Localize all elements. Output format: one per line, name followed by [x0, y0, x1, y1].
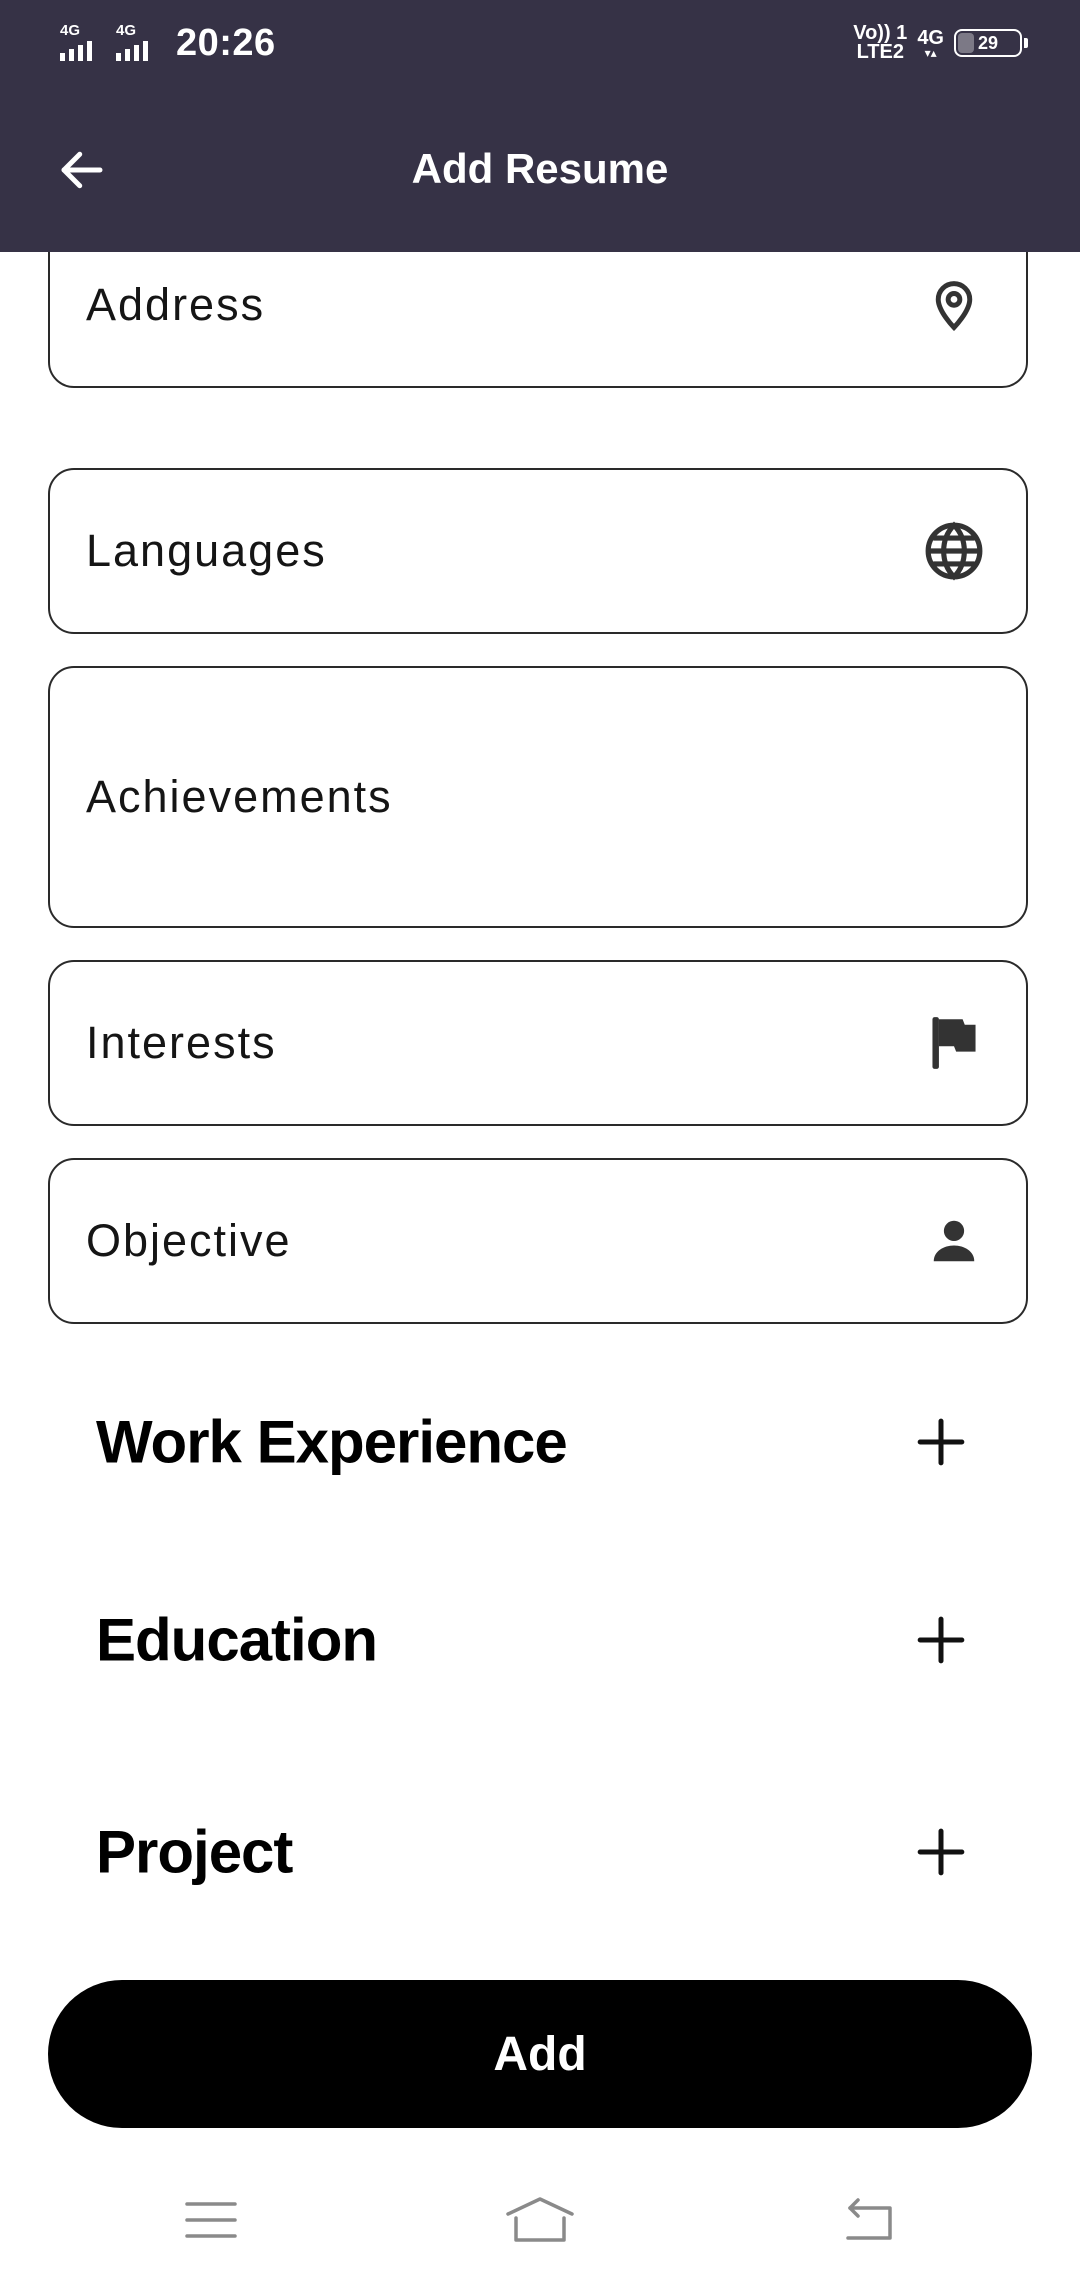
- achievements-label: Achievements: [86, 771, 393, 822]
- battery-level: 29: [977, 32, 999, 53]
- work-experience-section: Work Experience: [96, 1392, 976, 1492]
- sim2-signal-icon: 4G: [116, 21, 162, 65]
- languages-label: Languages: [86, 525, 327, 576]
- status-bar: 4G 4G 20:26 Vo)) 1 LTE2 4G ▾▴ 29: [0, 0, 1080, 86]
- add-button[interactable]: Add: [48, 1980, 1032, 2128]
- add-project-plus-icon[interactable]: [906, 1817, 976, 1887]
- data-network-indicator: 4G ▾▴: [917, 27, 944, 60]
- project-section: Project: [96, 1802, 976, 1902]
- work-experience-title: Work Experience: [96, 1408, 568, 1476]
- back-arrow-icon[interactable]: [50, 138, 114, 202]
- battery-fill: [958, 33, 975, 53]
- objective-field[interactable]: Objective: [48, 1158, 1028, 1324]
- system-nav-bar: [0, 2160, 1080, 2280]
- volte-indicator: Vo)) 1 LTE2: [853, 23, 907, 63]
- add-work-experience-plus-icon[interactable]: [906, 1407, 976, 1477]
- person-icon: [922, 1209, 986, 1273]
- menu-icon[interactable]: [171, 2188, 251, 2252]
- globe-icon: [922, 519, 986, 583]
- sim2-network-label: 4G: [116, 22, 137, 39]
- volte-line2: LTE2: [856, 41, 904, 63]
- interests-label: Interests: [86, 1017, 277, 1068]
- objective-label: Objective: [86, 1215, 292, 1266]
- clock: 20:26: [176, 21, 276, 64]
- page-title: Add Resume: [411, 145, 669, 192]
- address-label: Address: [86, 279, 266, 330]
- status-right: Vo)) 1 LTE2 4G ▾▴ 29: [853, 20, 1028, 66]
- back-icon[interactable]: [830, 2188, 910, 2252]
- data-network-label: 4G: [917, 27, 944, 49]
- home-icon[interactable]: [500, 2188, 580, 2252]
- data-arrows-icon: ▾▴: [924, 46, 937, 60]
- sim1-signal-icon: 4G: [60, 21, 106, 65]
- sim1-network-label: 4G: [60, 22, 81, 39]
- education-section: Education: [96, 1590, 976, 1690]
- project-title: Project: [96, 1818, 293, 1886]
- status-left: 4G 4G 20:26: [60, 18, 276, 68]
- languages-field[interactable]: Languages: [48, 468, 1028, 634]
- achievements-field[interactable]: Achievements: [48, 666, 1028, 928]
- resume-form[interactable]: Address Languages Achievements Interests: [0, 252, 1080, 1972]
- location-pin-icon: [922, 273, 986, 337]
- address-field[interactable]: Address: [48, 252, 1028, 388]
- add-education-plus-icon[interactable]: [906, 1605, 976, 1675]
- battery-icon: 29: [954, 29, 1028, 57]
- app-bar: Add Resume: [0, 86, 1080, 252]
- education-title: Education: [96, 1606, 378, 1674]
- interests-field[interactable]: Interests: [48, 960, 1028, 1126]
- flag-icon: [922, 1011, 986, 1075]
